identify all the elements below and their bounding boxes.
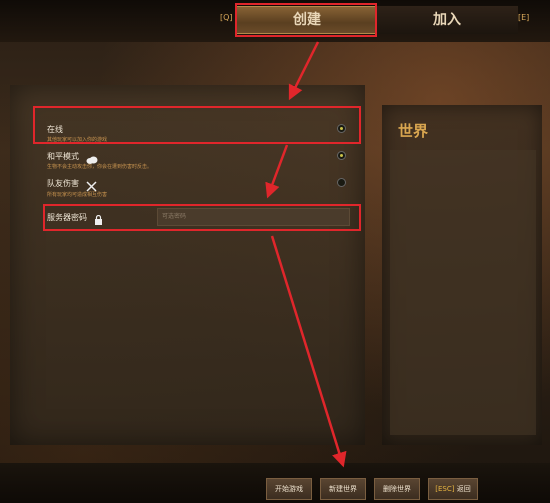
option-friendly-fire-desc: 所有玩家均可造成相互伤害 xyxy=(47,192,108,198)
back-label: 返回 xyxy=(456,485,471,493)
option-peace-radio[interactable] xyxy=(337,151,346,160)
create-key-hint: [Q] xyxy=(220,13,233,22)
annotation-box-password xyxy=(43,204,361,231)
esc-key-hint: [ESC] xyxy=(435,485,455,493)
join-key-hint: [E] xyxy=(518,13,530,22)
world-list xyxy=(390,150,536,435)
start-game-button[interactable]: 开始游戏 xyxy=(266,478,312,500)
back-button[interactable]: [ESC] 返回 xyxy=(428,478,478,500)
option-friendly-fire-label: 队友伤害 xyxy=(47,179,79,188)
tab-join[interactable]: 加入 xyxy=(376,6,518,34)
option-peace-desc: 生物不会主动攻击你，你会在遭到伤害时反击。 xyxy=(47,164,153,170)
annotation-box-online-option xyxy=(33,106,361,144)
annotation-box-create-tab xyxy=(235,3,377,37)
world-panel-title: 世界 xyxy=(398,122,429,140)
option-friendly-fire-radio[interactable] xyxy=(337,178,346,187)
new-world-button[interactable]: 新建世界 xyxy=(320,478,366,500)
option-peace-label: 和平模式 xyxy=(47,152,79,161)
delete-world-button[interactable]: 删除世界 xyxy=(374,478,420,500)
